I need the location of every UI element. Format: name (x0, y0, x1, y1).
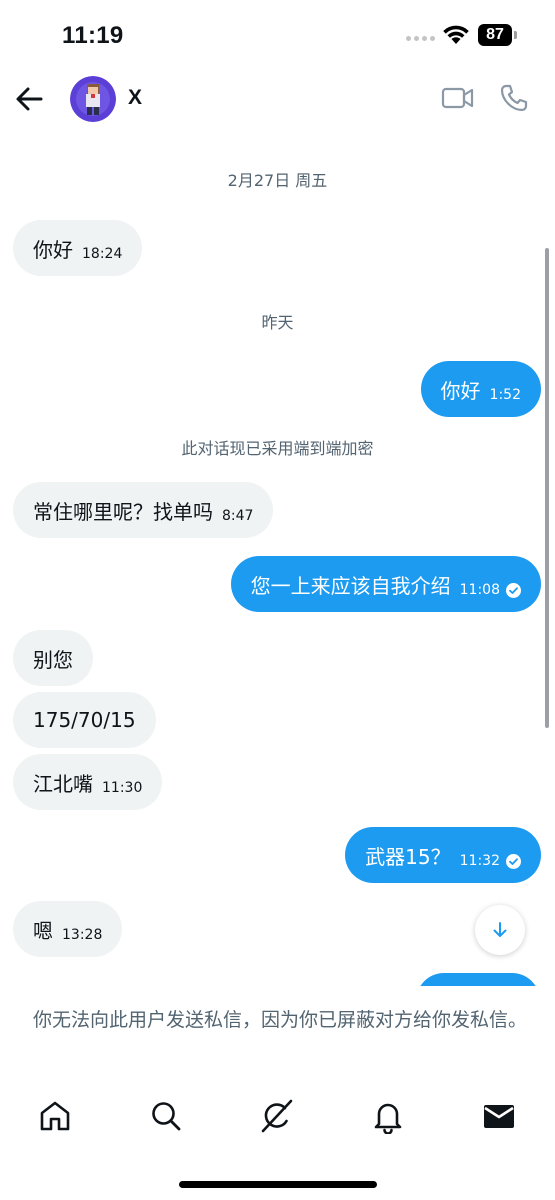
battery-cap (514, 31, 517, 39)
message-time: 8:47 (222, 508, 254, 524)
status-time: 11:19 (62, 22, 124, 49)
message-time: 13:28 (62, 927, 103, 943)
read-receipt-icon (506, 853, 521, 869)
phone-icon[interactable] (498, 82, 530, 114)
message-bubble-incoming[interactable]: 江北嘴 11:30 (13, 754, 163, 810)
bell-icon[interactable] (370, 1098, 406, 1134)
message-bubble-incoming[interactable]: 175/70/15 (13, 692, 156, 748)
message-time: 11:32 (459, 853, 500, 869)
message-bubble-outgoing-partial[interactable] (416, 973, 540, 986)
message-bubble-outgoing[interactable]: 您一上来应该自我介绍 11:08 (230, 556, 541, 612)
message-bubble-outgoing[interactable]: 武器15？ 11:32 (345, 827, 541, 883)
date-separator: 2月27日 周五 (227, 171, 328, 190)
message-bubble-incoming[interactable]: 你好 18:24 (13, 220, 143, 276)
message-time: 11:08 (459, 582, 500, 598)
encryption-notice: 此对话现已采用端到端加密 (181, 439, 374, 458)
blocked-dm-notice: 你无法向此用户发送私信，因为你已屏蔽对方给你发私信。 (32, 1009, 527, 1031)
video-camera-icon[interactable] (440, 84, 476, 112)
battery-indicator: 87 (478, 24, 512, 46)
home-icon[interactable] (37, 1098, 73, 1134)
message-text: 你好 (33, 237, 73, 262)
message-list[interactable]: 2月27日 周五 你好 18:24 昨天 你好 1:52 此对话现已采用端到端加… (0, 130, 555, 986)
message-text: 嗯 (33, 918, 53, 943)
message-time: 1:52 (489, 387, 521, 403)
message-text: 常住哪里呢？找单吗 (33, 499, 213, 524)
message-text: 别您 (33, 647, 73, 672)
scrollbar[interactable] (545, 248, 549, 728)
message-time: 11:30 (102, 780, 143, 796)
mail-icon[interactable] (481, 1098, 517, 1134)
status-bar: 11:19 87 (0, 0, 555, 70)
scroll-to-bottom-button[interactable] (475, 905, 525, 955)
message-time: 18:24 (82, 246, 123, 262)
cellular-signal-icon (406, 36, 435, 41)
back-arrow-icon[interactable] (12, 82, 46, 116)
message-bubble-incoming[interactable]: 嗯 13:28 (13, 901, 123, 957)
message-bubble-incoming[interactable]: 别您 (13, 630, 93, 686)
grok-icon[interactable] (259, 1098, 295, 1134)
home-indicator (179, 1181, 377, 1188)
avatar[interactable] (70, 76, 116, 122)
search-icon[interactable] (148, 1098, 184, 1134)
read-receipt-icon (506, 582, 521, 598)
contact-name[interactable]: X (128, 86, 142, 110)
message-text: 您一上来应该自我介绍 (250, 573, 451, 598)
message-bubble-incoming[interactable]: 常住哪里呢？找单吗 8:47 (13, 482, 274, 538)
message-text: 175/70/15 (33, 708, 136, 732)
message-text: 你好 (440, 378, 481, 403)
bottom-navigation (0, 1090, 555, 1146)
message-bubble-outgoing[interactable]: 你好 1:52 (420, 361, 541, 417)
message-text: 江北嘴 (33, 771, 93, 796)
wifi-icon (443, 25, 469, 44)
conversation-header: X (0, 70, 555, 128)
message-text: 武器15？ (365, 844, 451, 869)
date-separator: 昨天 (261, 313, 294, 332)
arrow-down-icon (493, 922, 507, 937)
